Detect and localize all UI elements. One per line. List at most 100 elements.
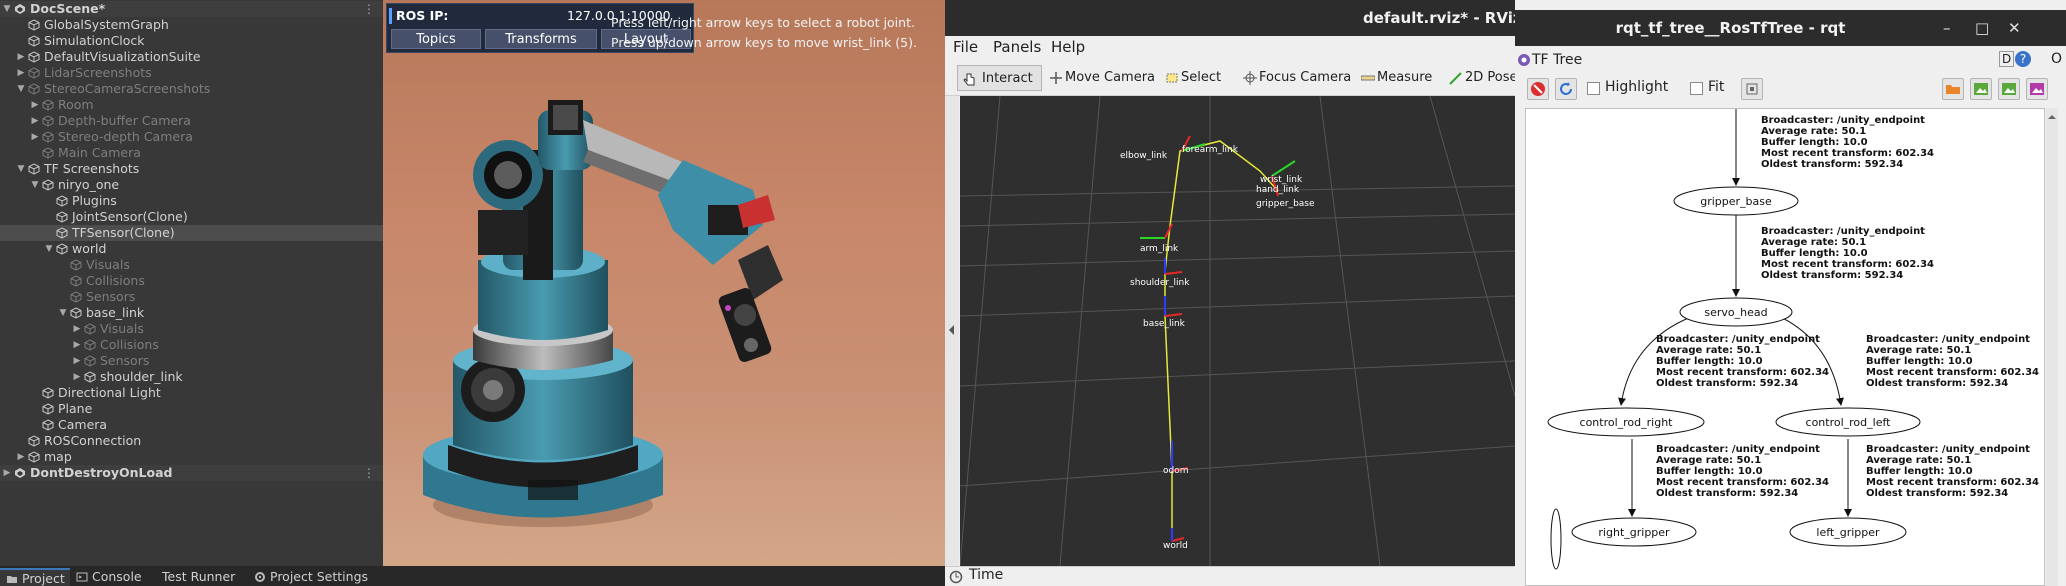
menu-help[interactable]: Help xyxy=(1051,38,1085,56)
hierarchy-item[interactable]: Collisions xyxy=(0,273,383,289)
maximize-button[interactable]: □ xyxy=(1975,10,1989,46)
dock-button[interactable]: D xyxy=(1999,51,2015,67)
hierarchy-item[interactable]: JointSensor(Clone) xyxy=(0,209,383,225)
menu-file[interactable]: File xyxy=(953,38,978,56)
minimize-button[interactable]: – xyxy=(1943,10,1951,46)
expand-arrow-open-icon[interactable]: ▼ xyxy=(30,177,40,193)
hierarchy-item[interactable]: ▶ DontDestroyOnLoad ⋮ xyxy=(0,465,383,481)
expand-arrow-closed-icon[interactable]: ▶ xyxy=(30,97,40,113)
node-servo-head[interactable]: servo_head xyxy=(1679,297,1793,327)
options-button[interactable]: O xyxy=(2051,51,2062,67)
hand-pointer-icon xyxy=(963,73,975,86)
tf-tree-scrollbar[interactable] xyxy=(2046,108,2058,586)
save-svg-button[interactable] xyxy=(1998,78,2020,100)
menu-panels[interactable]: Panels xyxy=(993,38,1041,56)
tab-project-settings[interactable]: Project Settings xyxy=(254,568,384,586)
hierarchy-item-label: Sensors xyxy=(100,353,150,368)
highlight-checkbox[interactable] xyxy=(1587,82,1600,95)
expand-arrow-closed-icon[interactable]: ▶ xyxy=(2,465,12,481)
node-left-gripper[interactable]: left_gripper xyxy=(1789,517,1907,547)
gameobject-cube-icon xyxy=(84,339,96,351)
tab-project[interactable]: Project xyxy=(0,568,70,586)
hierarchy-item[interactable]: ▶ LidarScreenshots xyxy=(0,65,383,81)
rviz-collapsed-panel[interactable] xyxy=(945,96,959,566)
kebab-menu-icon[interactable]: ⋮ xyxy=(363,465,375,481)
hierarchy-item[interactable]: Directional Light xyxy=(0,385,383,401)
hierarchy-item[interactable]: ▶ Stereo-depth Camera xyxy=(0,129,383,145)
stop-button[interactable] xyxy=(1527,78,1549,100)
refresh-button[interactable] xyxy=(1555,78,1577,100)
2d-pose-tool[interactable]: 2D Pose xyxy=(1445,65,1515,91)
hierarchy-item[interactable]: Camera xyxy=(0,417,383,433)
hierarchy-item[interactable]: ▶ Sensors xyxy=(0,353,383,369)
expand-arrow-closed-icon[interactable]: ▶ xyxy=(30,113,40,129)
help-button[interactable]: ? xyxy=(2015,51,2031,67)
move-camera-tool[interactable]: Move Camera xyxy=(1045,65,1155,91)
expand-arrow-closed-icon[interactable]: ▶ xyxy=(72,369,82,385)
hierarchy-item[interactable]: TFSensor(Clone) xyxy=(0,225,383,241)
hierarchy-item[interactable]: ▶ Collisions xyxy=(0,337,383,353)
close-button[interactable]: ✕ xyxy=(2008,10,2021,46)
hierarchy-item[interactable]: Visuals xyxy=(0,257,383,273)
save-dot-button[interactable] xyxy=(1970,78,1992,100)
node-right-gripper[interactable]: right_gripper xyxy=(1571,517,1697,547)
expand-arrow-closed-icon[interactable]: ▶ xyxy=(16,449,26,465)
transforms-button[interactable]: Transforms xyxy=(485,29,597,49)
fit-view-button[interactable] xyxy=(1741,78,1763,100)
expand-arrow-closed-icon[interactable]: ▶ xyxy=(72,337,82,353)
expand-arrow-closed-icon[interactable]: ▶ xyxy=(16,49,26,65)
hierarchy-item[interactable]: GlobalSystemGraph xyxy=(0,17,383,33)
expand-arrow-closed-icon[interactable]: ▶ xyxy=(16,65,26,81)
hierarchy-item[interactable]: ▼ StereoCameraScreenshots xyxy=(0,81,383,97)
save-image-button[interactable] xyxy=(2026,78,2048,100)
edge-info-line: Oldest transform: 592.34 xyxy=(1866,378,2008,389)
expand-arrow-open-icon[interactable]: ▼ xyxy=(2,1,12,17)
kebab-menu-icon[interactable]: ⋮ xyxy=(363,1,375,17)
topics-button[interactable]: Topics xyxy=(391,29,481,49)
node-gripper-base[interactable]: gripper_base xyxy=(1673,186,1799,216)
unity-game-view[interactable]: ROS IP: 127.0.0.1:10000 Topics Transform… xyxy=(383,0,945,566)
hierarchy-item[interactable]: ▼ TF Screenshots xyxy=(0,161,383,177)
expand-arrow-open-icon[interactable]: ▼ xyxy=(16,81,26,97)
measure-tool[interactable]: Measure xyxy=(1357,65,1432,91)
hierarchy-item[interactable]: ▶ Visuals xyxy=(0,321,383,337)
hierarchy-item[interactable]: ▶ map xyxy=(0,449,383,465)
expand-arrow-closed-icon[interactable]: ▶ xyxy=(72,321,82,337)
gameobject-cube-icon xyxy=(42,403,54,415)
interact-tool[interactable]: Interact xyxy=(957,65,1042,91)
hierarchy-item[interactable]: ▶ Depth-buffer Camera xyxy=(0,113,383,129)
node-control-rod-left[interactable]: control_rod_left xyxy=(1775,407,1921,437)
hierarchy-item[interactable]: Plugins xyxy=(0,193,383,209)
hierarchy-item[interactable]: ▼ base_link xyxy=(0,305,383,321)
rviz-3d-view[interactable]: elbow_link forearm_link wrist_link hand_… xyxy=(960,96,1515,566)
expand-arrow-closed-icon[interactable]: ▶ xyxy=(72,353,82,369)
tab-console[interactable]: Console xyxy=(76,568,156,586)
edge-info-line: Oldest transform: 592.34 xyxy=(1761,270,1903,281)
hierarchy-item[interactable]: ▶ shoulder_link xyxy=(0,369,383,385)
rqt-toolbar: Highlight Fit xyxy=(1515,74,2066,104)
hierarchy-item[interactable]: Plane xyxy=(0,401,383,417)
gameobject-cube-icon xyxy=(28,83,40,95)
fit-checkbox[interactable] xyxy=(1690,82,1703,95)
hierarchy-item[interactable]: SimulationClock xyxy=(0,33,383,49)
node-control-rod-right[interactable]: control_rod_right xyxy=(1547,407,1705,437)
tf-tree-graph[interactable]: gripper_base servo_head control_rod_righ… xyxy=(1525,108,2045,586)
expand-arrow-open-icon[interactable]: ▼ xyxy=(58,305,68,321)
hierarchy-item[interactable]: Main Camera xyxy=(0,145,383,161)
rviz-title-bar[interactable]: default.rviz* - RViz xyxy=(945,0,1515,36)
expand-arrow-open-icon[interactable]: ▼ xyxy=(44,241,54,257)
select-tool[interactable]: Select xyxy=(1161,65,1221,91)
focus-camera-tool[interactable]: Focus Camera xyxy=(1239,65,1351,91)
hierarchy-item[interactable]: ▶ Room xyxy=(0,97,383,113)
hierarchy-item[interactable]: ROSConnection xyxy=(0,433,383,449)
load-button[interactable] xyxy=(1942,78,1964,100)
tab-test-runner[interactable]: Test Runner xyxy=(162,568,252,586)
hierarchy-item[interactable]: ▼ DocScene* ⋮ xyxy=(0,1,383,17)
svg-text:control_rod_left: control_rod_left xyxy=(1806,416,1892,429)
hierarchy-item[interactable]: ▼ world xyxy=(0,241,383,257)
expand-arrow-closed-icon[interactable]: ▶ xyxy=(30,129,40,145)
expand-arrow-open-icon[interactable]: ▼ xyxy=(16,161,26,177)
hierarchy-item[interactable]: ▼ niryo_one xyxy=(0,177,383,193)
hierarchy-item[interactable]: Sensors xyxy=(0,289,383,305)
hierarchy-item[interactable]: ▶ DefaultVisualizationSuite xyxy=(0,49,383,65)
